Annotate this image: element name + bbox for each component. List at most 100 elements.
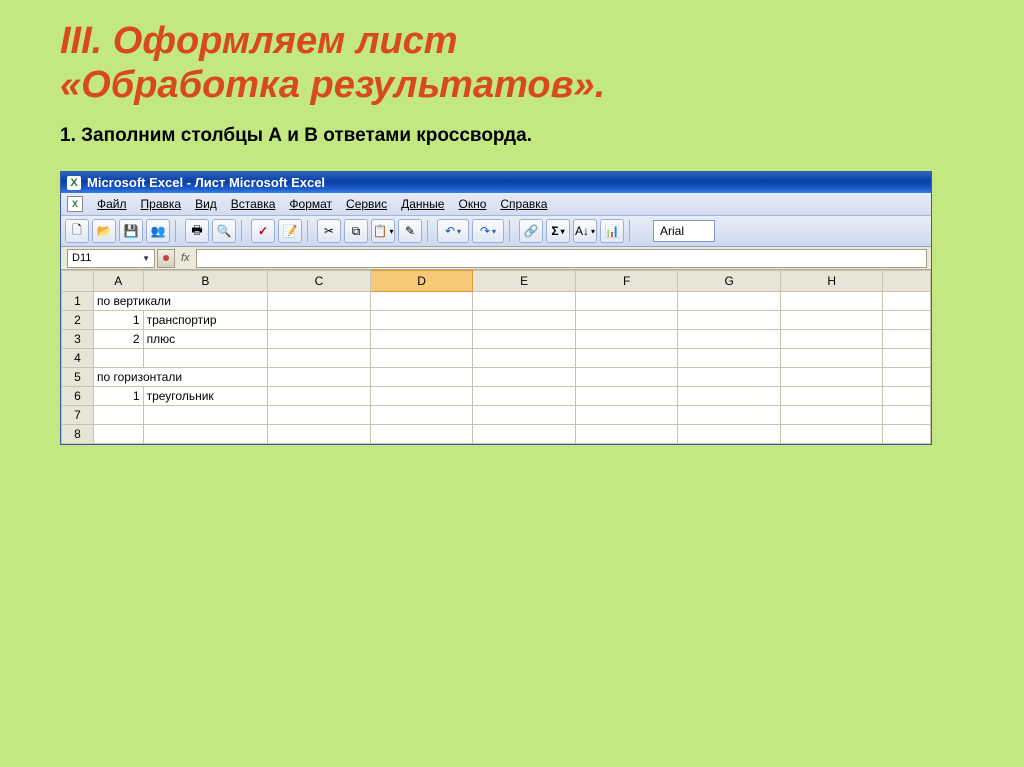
cell-a1[interactable]: по вертикали — [93, 292, 267, 311]
cell[interactable] — [575, 387, 678, 406]
spreadsheet-grid[interactable]: A B C D E F G H 1 по вертикали 2 1 транс… — [61, 270, 931, 444]
row-header[interactable]: 3 — [62, 330, 94, 349]
cell-b6[interactable]: треугольник — [143, 387, 268, 406]
menu-help[interactable]: Справка — [500, 197, 547, 211]
cell-a2[interactable]: 1 — [93, 311, 143, 330]
cell[interactable] — [575, 368, 678, 387]
format-painter-button[interactable]: ✎ — [398, 219, 422, 243]
spelling-button[interactable]: ✓ — [251, 219, 275, 243]
new-button[interactable]: 🗋 — [65, 219, 89, 243]
row-header[interactable]: 1 — [62, 292, 94, 311]
col-header-end[interactable] — [883, 271, 931, 292]
col-header-e[interactable]: E — [473, 271, 576, 292]
name-box[interactable]: D11 ▼ — [67, 249, 155, 268]
cell[interactable] — [780, 330, 883, 349]
cell[interactable] — [678, 311, 781, 330]
col-header-f[interactable]: F — [575, 271, 678, 292]
cell[interactable] — [678, 406, 781, 425]
copy-button[interactable]: ⧉ — [344, 219, 368, 243]
cell[interactable] — [575, 425, 678, 444]
cell[interactable] — [93, 406, 143, 425]
cell[interactable] — [780, 311, 883, 330]
cut-button[interactable]: ✂ — [317, 219, 341, 243]
hyperlink-button[interactable]: 🔗 — [519, 219, 543, 243]
research-button[interactable]: 📝 — [278, 219, 302, 243]
cell[interactable] — [883, 425, 931, 444]
cell-a3[interactable]: 2 — [93, 330, 143, 349]
menu-insert[interactable]: Вставка — [231, 197, 276, 211]
menu-file[interactable]: Файл — [97, 197, 127, 211]
menu-window[interactable]: Окно — [458, 197, 486, 211]
redo-button[interactable]: ↷ — [472, 219, 504, 243]
cell[interactable] — [780, 425, 883, 444]
cell[interactable] — [473, 330, 576, 349]
cell[interactable] — [268, 368, 371, 387]
cell[interactable] — [883, 368, 931, 387]
row-header[interactable]: 4 — [62, 349, 94, 368]
sort-button[interactable]: A↓ — [573, 219, 597, 243]
col-header-a[interactable]: A — [93, 271, 143, 292]
cell[interactable] — [370, 387, 473, 406]
cell[interactable] — [678, 368, 781, 387]
cell[interactable] — [678, 425, 781, 444]
cell[interactable] — [883, 349, 931, 368]
cell[interactable] — [780, 387, 883, 406]
col-header-c[interactable]: C — [268, 271, 371, 292]
cell-a5[interactable]: по горизонтали — [93, 368, 267, 387]
col-header-h[interactable]: H — [780, 271, 883, 292]
row-header[interactable]: 8 — [62, 425, 94, 444]
cell[interactable] — [883, 406, 931, 425]
cell[interactable] — [268, 311, 371, 330]
col-header-b[interactable]: B — [143, 271, 268, 292]
print-button[interactable]: 🖶 — [185, 219, 209, 243]
permissions-button[interactable]: 👥 — [146, 219, 170, 243]
cell[interactable] — [780, 292, 883, 311]
cell-b2[interactable]: транспортир — [143, 311, 268, 330]
undo-button[interactable]: ↶ — [437, 219, 469, 243]
open-button[interactable]: 📂 — [92, 219, 116, 243]
menu-format[interactable]: Формат — [289, 197, 332, 211]
cell[interactable] — [370, 425, 473, 444]
cell[interactable] — [370, 368, 473, 387]
menu-edit[interactable]: Правка — [141, 197, 182, 211]
cell[interactable] — [678, 330, 781, 349]
cell[interactable] — [93, 425, 143, 444]
cell[interactable] — [370, 330, 473, 349]
cell[interactable] — [780, 368, 883, 387]
cell[interactable] — [473, 349, 576, 368]
cell[interactable] — [473, 311, 576, 330]
cell[interactable] — [93, 349, 143, 368]
cell[interactable] — [370, 349, 473, 368]
cell[interactable] — [268, 292, 371, 311]
cell[interactable] — [143, 349, 268, 368]
font-selector[interactable]: Arial — [653, 220, 715, 242]
cell[interactable] — [575, 311, 678, 330]
fx-label[interactable]: fx — [181, 252, 190, 264]
cell[interactable] — [575, 406, 678, 425]
menu-view[interactable]: Вид — [195, 197, 217, 211]
cell[interactable] — [370, 311, 473, 330]
cell-b3[interactable]: плюс — [143, 330, 268, 349]
chart-button[interactable]: 📊 — [600, 219, 624, 243]
row-header[interactable]: 5 — [62, 368, 94, 387]
cell[interactable] — [883, 292, 931, 311]
cell[interactable] — [370, 406, 473, 425]
formula-input[interactable] — [196, 249, 927, 268]
cell[interactable] — [883, 311, 931, 330]
cell[interactable] — [268, 425, 371, 444]
select-all-corner[interactable] — [62, 271, 94, 292]
cell[interactable] — [780, 349, 883, 368]
cell[interactable] — [268, 387, 371, 406]
cell[interactable] — [473, 406, 576, 425]
menu-data[interactable]: Данные — [401, 197, 444, 211]
preview-button[interactable]: 🔍 — [212, 219, 236, 243]
row-header[interactable]: 6 — [62, 387, 94, 406]
paste-button[interactable]: 📋 — [371, 219, 395, 243]
row-header[interactable]: 2 — [62, 311, 94, 330]
menu-tools[interactable]: Сервис — [346, 197, 387, 211]
cell-a6[interactable]: 1 — [93, 387, 143, 406]
cell[interactable] — [575, 330, 678, 349]
cell[interactable] — [575, 292, 678, 311]
cell[interactable] — [268, 330, 371, 349]
cell[interactable] — [678, 349, 781, 368]
